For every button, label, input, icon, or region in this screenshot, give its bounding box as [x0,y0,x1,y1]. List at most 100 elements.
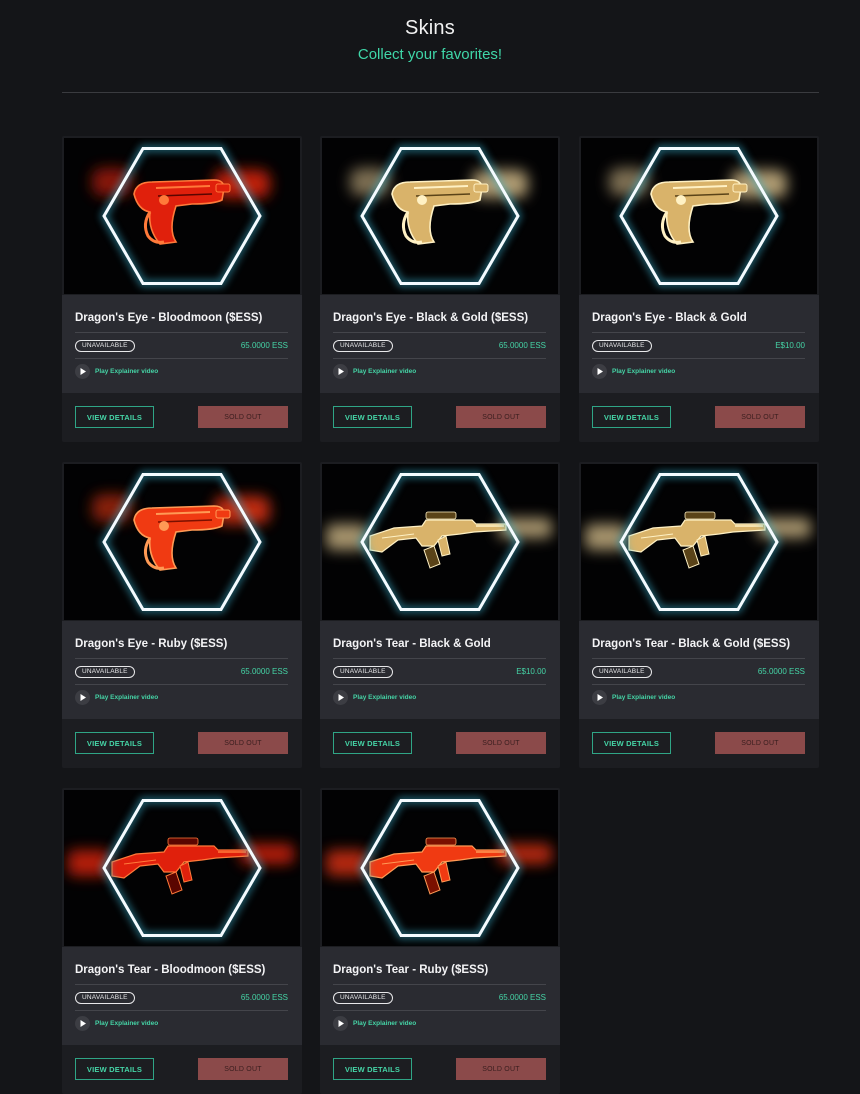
status-badge: UNAVAILABLE [333,666,393,678]
product-name: Dragon's Tear - Ruby ($ESS) [333,964,489,976]
hexagon-frame [581,138,817,294]
product-card: Dragon's Eye - Black & Gold UNAVAILABLE … [579,136,819,442]
product-image[interactable] [581,138,817,294]
product-image[interactable] [581,464,817,620]
product-name: Dragon's Eye - Black & Gold [592,312,747,324]
info-divider [333,684,546,685]
info-divider [592,332,805,333]
view-details-button[interactable]: VIEW DETAILS [333,406,412,428]
info-divider [75,332,288,333]
product-name: Dragon's Eye - Ruby ($ESS) [75,638,228,650]
product-card: Dragon's Eye - Ruby ($ESS) UNAVAILABLE 6… [62,462,302,768]
product-price: 65.0000 ESS [498,341,546,350]
product-image[interactable] [64,464,300,620]
status-badge: UNAVAILABLE [592,666,652,678]
sold-out-button[interactable]: SOLD OUT [715,406,805,428]
play-explainer-link[interactable]: Play Explainer video [353,368,416,375]
info-divider [75,1010,288,1011]
info-divider [333,984,546,985]
play-explainer-link[interactable]: Play Explainer video [612,694,675,701]
info-divider [75,658,288,659]
play-icon[interactable] [592,690,607,705]
product-image[interactable] [322,464,558,620]
view-details-button[interactable]: VIEW DETAILS [592,732,671,754]
view-details-button[interactable]: VIEW DETAILS [333,1058,412,1080]
card-actions: VIEW DETAILS SOLD OUT [320,719,560,768]
sold-out-button[interactable]: SOLD OUT [198,406,288,428]
view-details-button[interactable]: VIEW DETAILS [592,406,671,428]
product-price: 65.0000 ESS [240,341,288,350]
view-details-button[interactable]: VIEW DETAILS [75,1058,154,1080]
hexagon-frame [322,138,558,294]
product-price: 65.0000 ESS [240,993,288,1002]
sold-out-button[interactable]: SOLD OUT [198,1058,288,1080]
product-info: Dragon's Eye - Black & Gold UNAVAILABLE … [579,295,819,393]
play-explainer-link[interactable]: Play Explainer video [95,694,158,701]
product-card: Dragon's Tear - Black & Gold UNAVAILABLE… [320,462,560,768]
status-badge: UNAVAILABLE [75,666,135,678]
play-explainer-link[interactable]: Play Explainer video [95,368,158,375]
info-divider [75,984,288,985]
product-info: Dragon's Tear - Black & Gold UNAVAILABLE… [320,621,560,719]
play-icon[interactable] [75,364,90,379]
product-info: Dragon's Tear - Bloodmoon ($ESS) UNAVAIL… [62,947,302,1045]
product-name: Dragon's Eye - Bloodmoon ($ESS) [75,312,263,324]
product-price: 65.0000 ESS [757,667,805,676]
product-image[interactable] [64,138,300,294]
product-card: Dragon's Eye - Black & Gold ($ESS) UNAVA… [320,136,560,442]
hexagon-frame [322,790,558,946]
card-actions: VIEW DETAILS SOLD OUT [62,1045,302,1094]
play-icon[interactable] [592,364,607,379]
hexagon-frame [64,790,300,946]
status-badge: UNAVAILABLE [75,992,135,1004]
play-explainer-link[interactable]: Play Explainer video [95,1020,158,1027]
product-price: E$10.00 [516,667,546,676]
info-divider [333,1010,546,1011]
view-details-button[interactable]: VIEW DETAILS [75,732,154,754]
page-subtitle: Collect your favorites! [357,46,503,63]
product-image[interactable] [322,790,558,946]
hexagon-frame [64,138,300,294]
info-divider [592,658,805,659]
page-title: Skins [405,17,455,39]
info-divider [333,358,546,359]
play-explainer-link[interactable]: Play Explainer video [353,694,416,701]
play-icon[interactable] [333,690,348,705]
product-image[interactable] [322,138,558,294]
sold-out-button[interactable]: SOLD OUT [198,732,288,754]
card-actions: VIEW DETAILS SOLD OUT [320,393,560,442]
sold-out-button[interactable]: SOLD OUT [456,406,546,428]
play-icon[interactable] [75,1016,90,1031]
info-divider [592,358,805,359]
product-info: Dragon's Tear - Ruby ($ESS) UNAVAILABLE … [320,947,560,1045]
info-divider [592,684,805,685]
product-price: E$10.00 [775,341,805,350]
sold-out-button[interactable]: SOLD OUT [456,1058,546,1080]
status-badge: UNAVAILABLE [75,340,135,352]
product-image[interactable] [64,790,300,946]
view-details-button[interactable]: VIEW DETAILS [75,406,154,428]
product-name: Dragon's Tear - Black & Gold ($ESS) [592,638,791,650]
status-badge: UNAVAILABLE [592,340,652,352]
product-card: Dragon's Tear - Ruby ($ESS) UNAVAILABLE … [320,788,560,1094]
status-badge: UNAVAILABLE [333,992,393,1004]
card-actions: VIEW DETAILS SOLD OUT [320,1045,560,1094]
play-icon[interactable] [333,1016,348,1031]
play-icon[interactable] [75,690,90,705]
play-explainer-link[interactable]: Play Explainer video [612,368,675,375]
sold-out-button[interactable]: SOLD OUT [715,732,805,754]
sold-out-button[interactable]: SOLD OUT [456,732,546,754]
info-divider [333,332,546,333]
card-actions: VIEW DETAILS SOLD OUT [579,719,819,768]
play-icon[interactable] [333,364,348,379]
view-details-button[interactable]: VIEW DETAILS [333,732,412,754]
card-actions: VIEW DETAILS SOLD OUT [62,719,302,768]
hexagon-frame [322,464,558,620]
product-card: Dragon's Eye - Bloodmoon ($ESS) UNAVAILA… [62,136,302,442]
product-info: Dragon's Eye - Bloodmoon ($ESS) UNAVAILA… [62,295,302,393]
product-info: Dragon's Tear - Black & Gold ($ESS) UNAV… [579,621,819,719]
play-explainer-link[interactable]: Play Explainer video [353,1020,416,1027]
product-info: Dragon's Eye - Black & Gold ($ESS) UNAVA… [320,295,560,393]
card-actions: VIEW DETAILS SOLD OUT [579,393,819,442]
product-name: Dragon's Tear - Black & Gold [333,638,491,650]
